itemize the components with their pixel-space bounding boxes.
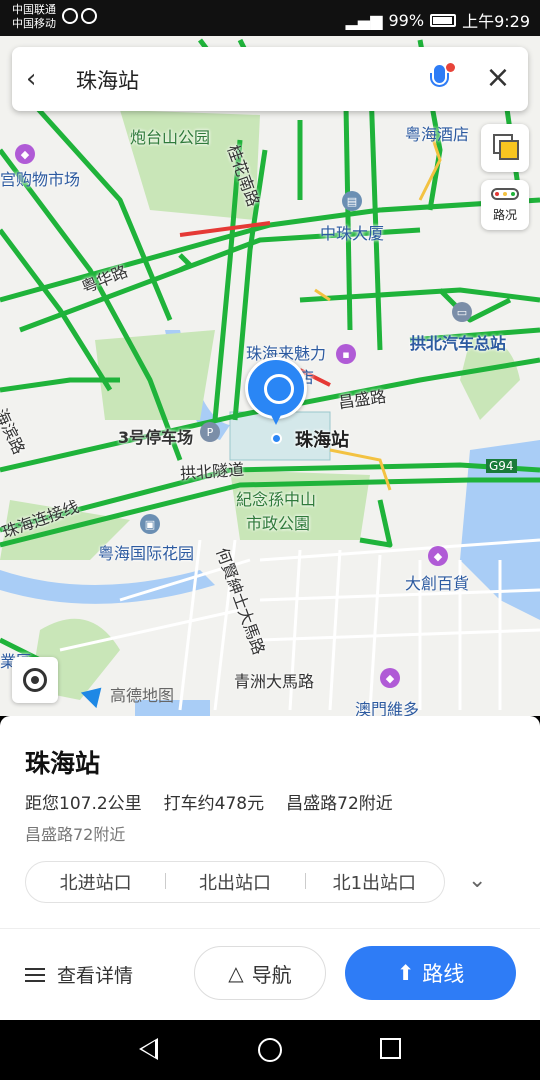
clock: 上午9:29 <box>462 12 530 31</box>
status-bar: 中国联通 中国移动 ▂▄▆ 99% 上午9:29 <box>0 0 540 36</box>
details-button[interactable]: 查看详情 <box>25 961 133 988</box>
navigate-button[interactable]: △ 导航 <box>194 946 326 1000</box>
carrier-1: 中国联通 <box>12 3 56 16</box>
traffic-label: 路况 <box>492 208 517 222</box>
exit-north-exit[interactable]: 北出站口 <box>165 869 304 895</box>
arrow-left-icon: ‹ <box>26 64 37 94</box>
shopping-icon[interactable]: ◆ <box>428 546 448 566</box>
traffic-button[interactable]: 路况 <box>481 180 529 230</box>
building-icon[interactable]: ▤ <box>342 191 362 211</box>
expand-exits-button[interactable]: ⌄ <box>468 868 486 893</box>
poi-taxi-fare: 打车约478元 <box>163 794 265 814</box>
logo-text: 高德地图 <box>110 686 175 705</box>
g94-shield: G94 <box>486 459 517 473</box>
carrier-2: 中国移动 <box>12 17 56 30</box>
locate-me-button[interactable] <box>12 657 58 703</box>
poi-title: 珠海站 <box>25 749 101 778</box>
amap-logo: 高德地图 <box>80 679 175 709</box>
map-label-gouwu[interactable]: 宫购物市场 <box>0 166 80 190</box>
map-label-gongbeibus[interactable]: 拱北汽车总站 <box>410 330 506 354</box>
q-icon <box>81 8 97 24</box>
recording-dot <box>446 63 455 72</box>
map-label-station[interactable]: 珠海站 <box>295 426 349 452</box>
bus-icon[interactable]: ▭ <box>452 302 472 322</box>
back-button[interactable]: ‹ <box>26 64 56 94</box>
amap-arrow-icon <box>80 679 110 709</box>
status-right: ▂▄▆ 99% 上午9:29 <box>346 8 530 32</box>
voice-search-button[interactable] <box>426 63 455 95</box>
exit-north-entrance[interactable]: 北进站口 <box>26 869 165 895</box>
mall-icon[interactable]: ◆ <box>380 668 400 688</box>
station-pin[interactable] <box>245 357 307 427</box>
layers-button[interactable] <box>481 124 529 172</box>
home-circle-icon[interactable] <box>258 1038 282 1062</box>
carrier-info: 中国联通 中国移动 <box>12 3 56 31</box>
map-label-paotaishan[interactable]: 炮台山公园 <box>130 124 210 148</box>
map-label-yuehaigarden[interactable]: 粤海国际花园 <box>98 540 194 564</box>
station-exits: 北进站口 北出站口 北1出站口 <box>25 861 445 903</box>
route-label: 路线 <box>422 962 465 986</box>
map-label-sunpark[interactable]: 紀念孫中山 市政公園 <box>236 486 316 534</box>
traffic-light-icon <box>491 188 519 200</box>
map-label-qingzhou: 青洲大馬路 <box>234 672 315 691</box>
hotel-icon[interactable]: ▪ <box>336 344 356 364</box>
navigate-label: 导航 <box>251 962 292 987</box>
notification-icons <box>62 8 97 24</box>
search-input[interactable]: 珠海站 <box>76 65 139 95</box>
poi-address: 昌盛路72附近 <box>25 825 126 844</box>
details-label: 查看详情 <box>57 965 134 987</box>
map-label-sunpark-2: 市政公園 <box>246 514 311 533</box>
notification-icon <box>62 8 78 24</box>
back-triangle-icon[interactable] <box>139 1038 158 1060</box>
map-label-zhongzhu[interactable]: 中珠大厦 <box>320 220 384 244</box>
map-label-parking[interactable]: 3号停车场 <box>118 424 193 448</box>
poi-info: 距您107.2公里 打车约478元 昌盛路72附近 <box>25 789 393 814</box>
chevron-down-icon: ⌄ <box>468 868 487 893</box>
battery-icon <box>430 13 457 27</box>
exit-north-1[interactable]: 北1出站口 <box>304 869 444 895</box>
station-location-dot <box>271 433 282 444</box>
parking-icon[interactable]: P <box>200 422 220 442</box>
poi-panel: 珠海站 距您107.2公里 打车约478元 昌盛路72附近 昌盛路72附近 北进… <box>0 716 540 1020</box>
system-navigation-bar <box>0 1020 540 1080</box>
signal-icon: ▂▄▆ <box>345 10 383 30</box>
poi-distance: 距您107.2公里 <box>25 794 142 814</box>
map-label-yuehaihotel[interactable]: 粤海酒店 <box>405 121 469 145</box>
battery-text: 99% <box>388 10 425 30</box>
poi-near: 昌盛路72附近 <box>286 794 393 814</box>
navigation-arrow-icon: △ <box>228 961 244 985</box>
route-button[interactable]: ⬆ 路线 <box>345 946 516 1000</box>
market-icon[interactable]: ◆ <box>15 144 35 164</box>
search-bar[interactable]: ‹ 珠海站 × <box>12 47 528 111</box>
list-icon <box>25 967 45 982</box>
close-icon: × <box>485 60 511 95</box>
map-label-daju[interactable]: 大創百貨 <box>405 570 469 594</box>
divider <box>0 928 540 929</box>
close-button[interactable]: × <box>482 63 514 95</box>
map-label-gongbeitunnel: 拱北隧道 <box>179 459 245 484</box>
map-label-aomen[interactable]: 澳門維多 <box>355 696 419 716</box>
map-label-sunpark-1: 紀念孫中山 <box>236 490 317 509</box>
route-arrow-icon: ⬆ <box>396 961 415 985</box>
recent-apps-icon[interactable] <box>380 1038 401 1059</box>
garden-icon[interactable]: ▣ <box>140 514 160 534</box>
